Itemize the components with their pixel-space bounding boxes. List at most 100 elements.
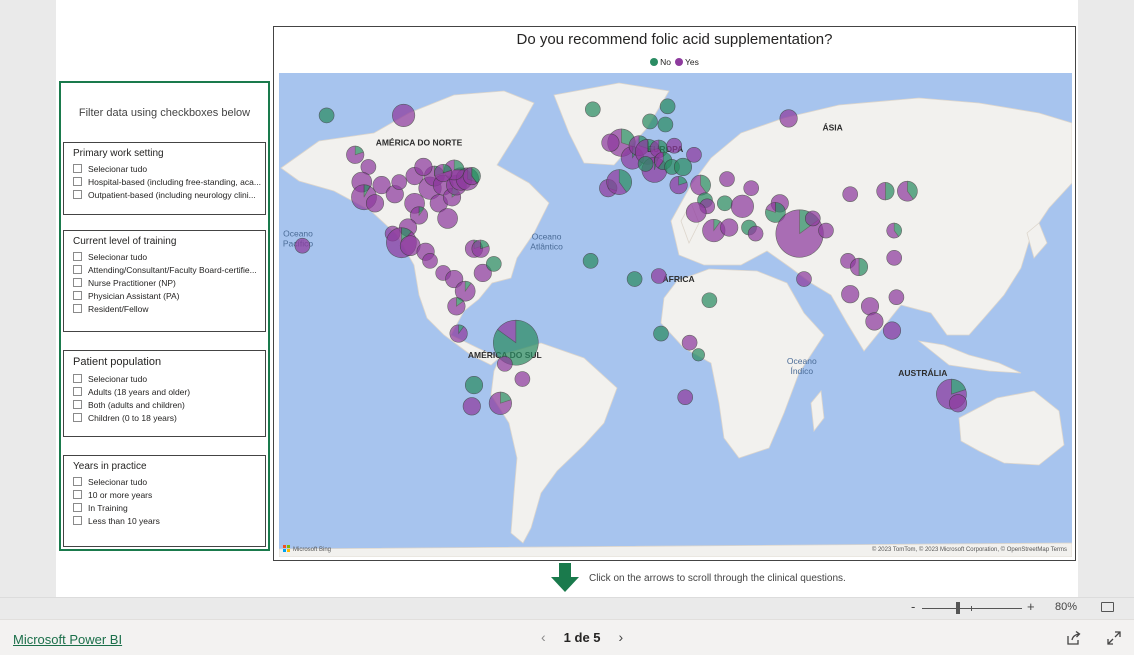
location-bubble[interactable] (882, 321, 902, 340)
legend-item-no[interactable]: No (650, 57, 671, 67)
bubble-wedge-no[interactable] (637, 156, 654, 172)
location-bubble[interactable] (743, 180, 760, 196)
bubble-wedge-no[interactable] (691, 348, 705, 362)
bubble-wedge-yes[interactable] (804, 210, 821, 227)
power-bi-link[interactable]: Microsoft Power BI (13, 632, 122, 647)
location-bubble[interactable] (730, 194, 754, 218)
location-bubble[interactable] (841, 285, 860, 304)
checkbox-icon[interactable] (73, 387, 82, 396)
bubble-wedge-yes[interactable] (514, 371, 531, 387)
checkbox-icon[interactable] (73, 278, 82, 287)
bubble-wedge-yes[interactable] (392, 103, 416, 127)
location-bubble[interactable] (637, 156, 654, 172)
location-bubble[interactable] (747, 225, 764, 242)
location-bubble[interactable] (701, 292, 718, 309)
bubble-wedge-yes[interactable] (948, 394, 968, 413)
bubble-wedge-no[interactable] (642, 113, 658, 130)
bubble-wedge-yes[interactable] (865, 312, 884, 331)
location-bubble[interactable] (365, 194, 385, 213)
bubble-wedge-yes[interactable] (601, 133, 620, 152)
bubble-wedge-yes[interactable] (449, 324, 468, 343)
bubble-wedge-no[interactable] (716, 195, 733, 212)
checkbox-icon[interactable] (73, 304, 82, 313)
bubble-wedge-yes[interactable] (681, 334, 698, 351)
bubble-wedge-yes[interactable] (294, 237, 311, 254)
zoom-slider-thumb[interactable] (956, 602, 960, 614)
location-bubble[interactable] (462, 397, 481, 416)
location-bubble[interactable] (642, 113, 658, 130)
slicer-option[interactable]: Outpatient-based (including neurology cl… (73, 188, 261, 201)
slicer-option[interactable]: In Training (73, 501, 261, 514)
location-bubble[interactable] (464, 376, 484, 395)
bubble-wedge-no[interactable] (584, 101, 601, 118)
bubble-wedge-no[interactable] (318, 107, 335, 124)
location-bubble[interactable] (886, 222, 902, 239)
bubble-wedge-yes[interactable] (365, 194, 385, 213)
bubble-wedge-yes[interactable] (650, 268, 667, 284)
location-bubble[interactable] (681, 334, 698, 351)
bubble-wedge-yes[interactable] (842, 186, 859, 202)
bubble-wedge-yes[interactable] (818, 222, 834, 239)
bubble-wedge-yes[interactable] (719, 171, 735, 187)
location-bubble[interactable] (584, 101, 601, 118)
location-bubble[interactable] (346, 145, 365, 164)
bubble-wedge-yes[interactable] (730, 194, 754, 218)
location-bubble[interactable] (497, 356, 513, 372)
location-bubble[interactable] (886, 250, 903, 266)
bubble-wedge-yes[interactable] (796, 271, 812, 287)
location-bubble[interactable] (804, 210, 821, 227)
checkbox-icon[interactable] (73, 164, 82, 173)
location-bubble[interactable] (849, 257, 869, 276)
prev-page-button[interactable]: ‹ (541, 629, 546, 645)
location-bubble[interactable] (888, 289, 905, 306)
location-bubble[interactable] (486, 256, 502, 272)
location-bubble[interactable] (677, 389, 694, 406)
slicer-option[interactable]: Adults (18 years and older) (73, 385, 261, 398)
location-bubble[interactable] (897, 180, 918, 202)
location-bubble[interactable] (779, 109, 798, 128)
zoom-slider-track[interactable] (922, 608, 1022, 609)
checkbox-icon[interactable] (73, 190, 82, 199)
location-bubble[interactable] (691, 348, 705, 362)
bubble-wedge-no[interactable] (626, 271, 643, 287)
bubble-wedge-yes[interactable] (497, 356, 513, 372)
bubble-wedge-yes[interactable] (686, 147, 702, 163)
map-svg[interactable]: AMÉRICA DO NORTEEUROPAÁSIAÁFRICAAMÉRICA … (279, 73, 1072, 557)
bubble-wedge-yes[interactable] (391, 174, 407, 190)
location-bubble[interactable] (669, 176, 688, 195)
map-area[interactable]: AMÉRICA DO NORTEEUROPAÁSIAÁFRICAAMÉRICA … (279, 73, 1072, 557)
location-bubble[interactable] (447, 297, 466, 316)
bubble-wedge-yes[interactable] (886, 250, 903, 266)
fit-to-page-icon[interactable] (1101, 602, 1114, 612)
location-bubble[interactable] (876, 182, 895, 201)
checkbox-icon[interactable] (73, 400, 82, 409)
slicer-option[interactable]: Hospital-based (including free-standing,… (73, 175, 261, 188)
location-bubble[interactable] (626, 271, 643, 287)
location-bubble[interactable] (392, 103, 416, 127)
bubble-wedge-no[interactable] (486, 256, 502, 272)
down-arrow-icon[interactable] (550, 563, 580, 593)
location-bubble[interactable] (650, 268, 667, 284)
share-icon[interactable] (1066, 630, 1082, 646)
bubble-wedge-yes[interactable] (414, 157, 433, 176)
bubble-wedge-yes[interactable] (422, 253, 438, 269)
location-bubble[interactable] (434, 163, 453, 183)
slicer-option[interactable]: Attending/Consultant/Faculty Board-certi… (73, 263, 261, 276)
location-bubble[interactable] (842, 186, 859, 202)
bubble-wedge-yes[interactable] (860, 297, 880, 316)
bubble-wedge-yes[interactable] (677, 389, 694, 406)
bubble-wedge-no[interactable] (657, 116, 674, 133)
location-bubble[interactable] (716, 195, 733, 212)
checkbox-icon[interactable] (73, 374, 82, 383)
location-bubble[interactable] (422, 253, 438, 269)
location-bubble[interactable] (653, 325, 669, 342)
location-bubble[interactable] (659, 98, 676, 115)
slicer-option[interactable]: Selecionar tudo (73, 475, 261, 488)
slicer-option[interactable]: Both (adults and children) (73, 398, 261, 411)
checkbox-icon[interactable] (73, 252, 82, 261)
slicer-option[interactable]: Selecionar tudo (73, 372, 261, 385)
location-bubble[interactable] (796, 271, 812, 287)
location-bubble[interactable] (720, 218, 739, 237)
bubble-wedge-yes[interactable] (888, 289, 905, 306)
checkbox-icon[interactable] (73, 177, 82, 186)
